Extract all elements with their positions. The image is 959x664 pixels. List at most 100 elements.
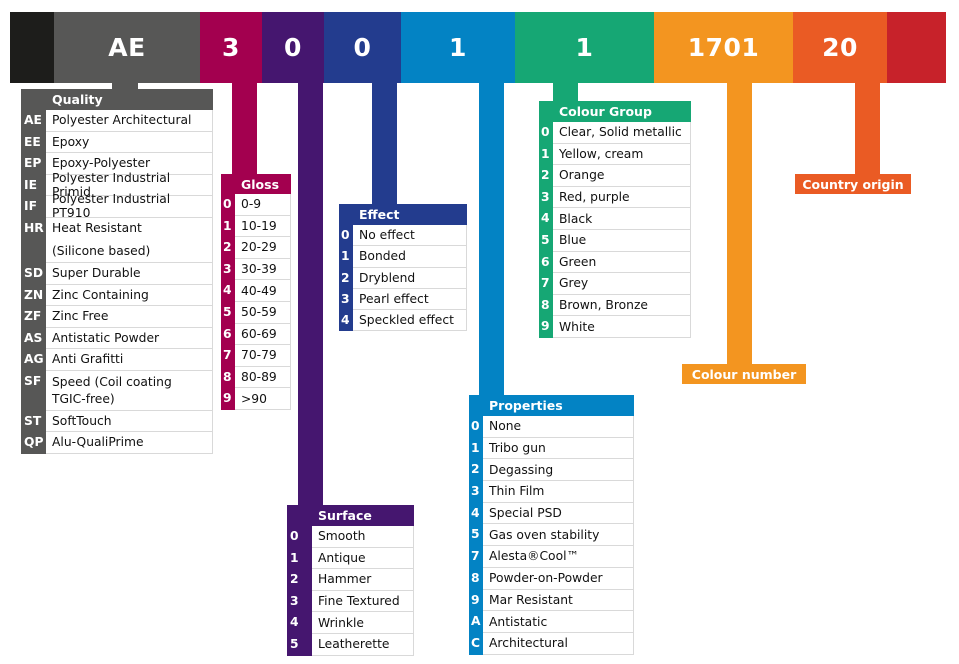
row-code: 1 <box>287 547 312 570</box>
row-code: 5 <box>469 524 483 547</box>
row-code: 8 <box>539 294 553 317</box>
row-code: 3 <box>221 258 235 281</box>
row-code: ZF <box>21 306 46 328</box>
row-label: Tribo gun <box>483 437 634 460</box>
surface-header: Surface <box>287 505 414 526</box>
properties-row: 7 Alesta®Cool™ <box>469 546 634 568</box>
row-label: 40-49 <box>235 280 291 302</box>
row-code: 5 <box>287 633 312 656</box>
row-code: 1 <box>221 215 235 238</box>
effect-row: 4 Speckled effect <box>339 310 467 332</box>
properties-row: 5 Gas oven stability <box>469 524 634 547</box>
row-code: 2 <box>469 459 483 482</box>
row-code: A <box>469 611 483 633</box>
row-label: (Silicone based) <box>46 239 213 263</box>
row-label: Gas oven stability <box>483 524 634 547</box>
colour-group-row: 6 Green <box>539 251 691 274</box>
colour-number-connector <box>727 83 752 365</box>
quality-row: ZN Zinc Containing <box>21 284 213 306</box>
surface-connector <box>298 83 323 505</box>
colour-number-label: Colour number <box>682 364 806 384</box>
row-label: Special PSD <box>483 502 634 525</box>
gloss-row: 2 20-29 <box>221 237 291 259</box>
row-code: 4 <box>469 502 483 525</box>
segment-gloss-code: 3 <box>200 12 262 83</box>
effect-row: 1 Bonded <box>339 246 467 268</box>
colour-group-connector <box>553 83 578 101</box>
row-code: AS <box>21 327 46 349</box>
row-code: IF <box>21 196 46 218</box>
row-label: Brown, Bronze <box>553 294 691 317</box>
row-label: Degassing <box>483 459 634 482</box>
effect-row: 0 No effect <box>339 225 467 247</box>
row-code: 0 <box>469 416 483 438</box>
row-code: 7 <box>221 345 235 367</box>
row-code: 3 <box>287 590 312 613</box>
row-code: 5 <box>539 229 553 252</box>
row-label: No effect <box>353 225 467 247</box>
row-label: Pearl effect <box>353 288 467 311</box>
row-code: 1 <box>469 437 483 460</box>
quality-row: ZF Zinc Free <box>21 306 213 328</box>
properties-row: 4 Special PSD <box>469 502 634 525</box>
row-code <box>21 239 46 263</box>
row-label: Zinc Containing <box>46 284 213 306</box>
effect-row: 3 Pearl effect <box>339 288 467 311</box>
properties-row: A Antistatic <box>469 611 634 633</box>
row-label: Blue <box>553 229 691 252</box>
properties-row: C Architectural <box>469 632 634 655</box>
row-label: Black <box>553 208 691 230</box>
row-label: Bonded <box>353 246 467 268</box>
row-code: 7 <box>469 546 483 568</box>
gloss-header: Gloss <box>221 174 291 194</box>
row-code: 2 <box>287 569 312 591</box>
quality-table: Quality AE Polyester Architectural EE Epoxy… <box>21 89 213 454</box>
quality-row: QP Alu-QualiPrime <box>21 432 213 454</box>
row-code: ZN <box>21 284 46 306</box>
row-code: 3 <box>339 288 353 311</box>
row-label: Leatherette <box>312 633 414 656</box>
row-code: 0 <box>339 225 353 247</box>
row-code: ST <box>21 410 46 432</box>
row-label: Smooth <box>312 526 414 548</box>
quality-header: Quality <box>21 89 213 110</box>
row-code: 6 <box>539 251 553 274</box>
gloss-row: 5 50-59 <box>221 301 291 324</box>
segment-end <box>887 12 946 83</box>
segment-properties-code: 1 <box>401 12 515 83</box>
row-code: 9 <box>469 589 483 612</box>
row-code: 3 <box>539 186 553 209</box>
surface-row: 4 Wrinkle <box>287 612 414 634</box>
row-code: C <box>469 632 483 655</box>
row-code: 3 <box>469 481 483 503</box>
row-code: SD <box>21 263 46 285</box>
country-origin-connector <box>855 83 880 175</box>
row-label: None <box>483 416 634 438</box>
row-label: Orange <box>553 165 691 187</box>
quality-row: IF Polyester Industrial PT910 <box>21 192 213 220</box>
row-code: 0 <box>539 122 553 144</box>
colour-group-title: Colour Group <box>559 104 652 119</box>
row-label: 20-29 <box>235 237 291 259</box>
row-code: QP <box>21 432 46 454</box>
gloss-row: 8 80-89 <box>221 366 291 389</box>
colour-group-row: 5 Blue <box>539 229 691 252</box>
row-label: >90 <box>235 388 291 410</box>
colour-group-row: 7 Grey <box>539 273 691 295</box>
gloss-row: 6 60-69 <box>221 323 291 346</box>
colour-group-header: Colour Group <box>539 101 691 122</box>
properties-row: 0 None <box>469 416 634 438</box>
properties-title: Properties <box>489 398 563 413</box>
row-label: Zinc Free <box>46 306 213 328</box>
gloss-row: 1 10-19 <box>221 215 291 238</box>
row-label: Wrinkle <box>312 612 414 634</box>
row-code: 2 <box>221 237 235 259</box>
gloss-title: Gloss <box>241 176 280 192</box>
quality-row: ST SoftTouch <box>21 410 213 432</box>
row-label: 30-39 <box>235 258 291 281</box>
row-code: 2 <box>539 165 553 187</box>
row-label: Epoxy <box>46 131 213 153</box>
surface-row: 3 Fine Textured <box>287 590 414 613</box>
row-code: 8 <box>221 366 235 389</box>
row-code: 8 <box>469 567 483 590</box>
